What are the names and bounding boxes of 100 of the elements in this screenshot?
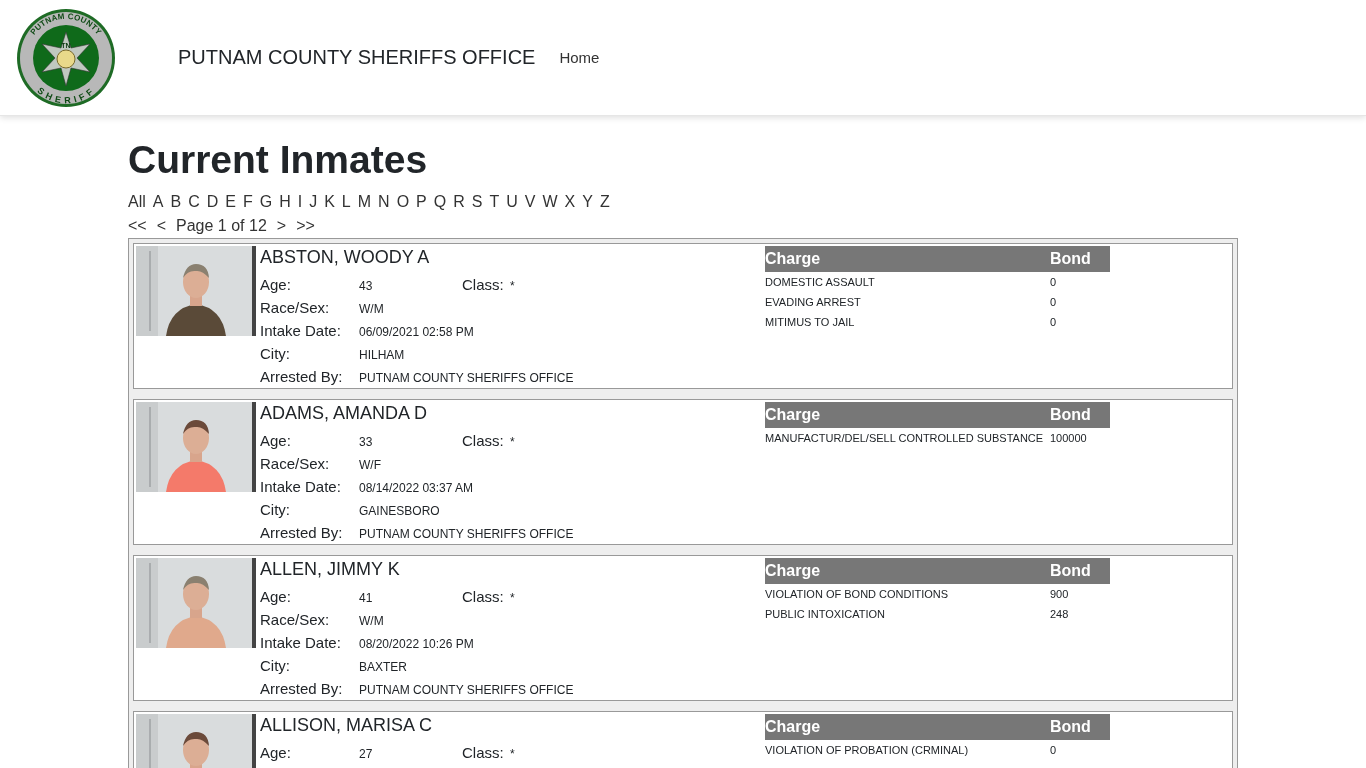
nav-link[interactable]: Home xyxy=(559,49,600,66)
page-indicator: Page 1 of 12 xyxy=(176,216,267,236)
letter-filter-link[interactable]: Z xyxy=(599,190,610,214)
table-cell-text: 0 xyxy=(1050,316,1058,328)
table-cell-text: PUBLIC INTOXICATION xyxy=(765,608,886,620)
field-value: HILHAM xyxy=(359,347,406,364)
table-cell-text: 900 xyxy=(1050,588,1070,600)
last-page-link[interactable]: >> xyxy=(296,214,315,238)
field-label: Age: xyxy=(260,743,292,763)
table-cell-text: 0 xyxy=(1050,276,1058,288)
field-value: 43 xyxy=(359,278,374,295)
field-label: Age: xyxy=(260,431,292,451)
field-value: 08/14/2022 03:37 AM xyxy=(359,480,475,497)
site-title-link[interactable]: PUTNAM COUNTY SHERIFFS OFFICE xyxy=(178,46,536,69)
field-label: Arrested By: xyxy=(260,679,344,699)
letter-filter-link[interactable]: Y xyxy=(582,190,593,214)
field-label: Age: xyxy=(260,587,292,607)
table-cell-text: 0 xyxy=(1050,296,1058,308)
letter-filter-link[interactable]: E xyxy=(225,190,236,214)
column-header: Charge xyxy=(765,562,822,580)
field-value: W/M xyxy=(359,301,385,318)
letter-filter-link[interactable]: X xyxy=(564,190,576,214)
field-label: Race/Sex: xyxy=(260,610,331,630)
letter-filter-link[interactable]: O xyxy=(396,190,410,214)
letter-filter-link[interactable]: I xyxy=(297,190,303,214)
field-label: Race/Sex: xyxy=(260,454,331,474)
field-value: W/M xyxy=(359,613,385,630)
field-value: PUTNAM COUNTY SHERIFFS OFFICE xyxy=(359,682,575,699)
field-value: * xyxy=(510,746,516,763)
column-header: Charge xyxy=(765,250,822,268)
field-label: Class: xyxy=(462,743,505,763)
field-label: City: xyxy=(260,500,291,520)
letter-filter-link[interactable]: V xyxy=(524,190,536,214)
letter-filter-link[interactable]: W xyxy=(542,190,558,214)
field-label: Arrested By: xyxy=(260,367,344,387)
field-value: 27 xyxy=(359,746,374,763)
column-header: Charge xyxy=(765,718,822,736)
field-value: * xyxy=(510,278,516,295)
inmate-name: ABSTON, WOODY A xyxy=(260,246,431,268)
field-value: * xyxy=(510,590,516,607)
table-cell-text: MANUFACTUR/DEL/SELL CONTROLLED SUBSTANCE xyxy=(765,432,1045,444)
field-value: 06/09/2021 02:58 PM xyxy=(359,324,475,341)
letter-filter-link[interactable]: All xyxy=(128,190,146,214)
field-value: PUTNAM COUNTY SHERIFFS OFFICE xyxy=(359,370,575,387)
table-cell-text: MITIMUS TO JAIL xyxy=(765,316,856,328)
field-value: W/F xyxy=(359,457,382,474)
letter-filter-link[interactable]: Q xyxy=(433,190,447,214)
field-label: Intake Date: xyxy=(260,633,342,653)
inmate-name: ALLEN, JIMMY K xyxy=(260,558,401,580)
letter-filter-link[interactable]: B xyxy=(170,190,182,214)
letter-filter-link[interactable]: G xyxy=(259,190,273,214)
table-cell-text: EVADING ARREST xyxy=(765,296,862,308)
first-page-link[interactable]: << xyxy=(128,214,147,238)
inmate-name: ALLISON, MARISA C xyxy=(260,714,434,736)
letter-filter-link[interactable]: H xyxy=(279,190,291,214)
letter-filter-link[interactable]: S xyxy=(471,190,483,214)
letter-filter-link[interactable]: A xyxy=(152,190,164,214)
table-cell-text: DOMESTIC ASSAULT xyxy=(765,276,876,288)
column-header: Charge xyxy=(765,406,822,424)
page-title: Current Inmates xyxy=(128,138,429,182)
column-header: Bond xyxy=(1050,250,1092,268)
field-value: 41 xyxy=(359,590,374,607)
table-cell-text: 0 xyxy=(1050,744,1058,756)
field-label: Age: xyxy=(260,275,292,295)
field-value: 08/20/2022 10:26 PM xyxy=(359,636,475,653)
table-cell-text: VIOLATION OF BOND CONDITIONS xyxy=(765,588,950,600)
field-label: City: xyxy=(260,656,291,676)
letter-filter-link[interactable]: T xyxy=(489,190,500,214)
letter-filter-link[interactable]: D xyxy=(206,190,219,214)
field-label: Class: xyxy=(462,587,505,607)
field-value: 33 xyxy=(359,434,374,451)
table-cell-text: VIOLATION OF PROBATION (CRMINAL) xyxy=(765,744,970,756)
next-page-link[interactable]: > xyxy=(276,214,287,238)
field-value: GAINESBORO xyxy=(359,503,441,520)
table-cell-text: 100000 xyxy=(1050,432,1088,444)
field-label: City: xyxy=(260,344,291,364)
field-label: Arrested By: xyxy=(260,523,344,543)
field-value: * xyxy=(510,434,516,451)
letter-filter-link[interactable]: L xyxy=(341,190,351,214)
field-label: Class: xyxy=(462,431,505,451)
field-label: Intake Date: xyxy=(260,477,342,497)
field-label: Race/Sex: xyxy=(260,298,331,318)
letter-filter-link[interactable]: U xyxy=(506,190,518,214)
field-value: BAXTER xyxy=(359,659,408,676)
letter-filter-link[interactable]: N xyxy=(378,190,390,214)
table-cell-text: 248 xyxy=(1050,608,1070,620)
letter-filter-link[interactable]: K xyxy=(324,190,335,214)
column-header: Bond xyxy=(1050,718,1092,736)
field-value: PUTNAM COUNTY SHERIFFS OFFICE xyxy=(359,526,575,543)
column-header: Bond xyxy=(1050,562,1092,580)
letter-filter-link[interactable]: F xyxy=(242,190,253,214)
letter-filter-link[interactable]: J xyxy=(309,190,318,214)
letter-filter-link[interactable]: P xyxy=(416,190,427,214)
letter-filter-link[interactable]: R xyxy=(453,190,465,214)
previous-page-link[interactable]: < xyxy=(156,214,167,238)
column-header: Bond xyxy=(1050,406,1092,424)
letter-filter-link[interactable]: M xyxy=(357,190,372,214)
field-label: Class: xyxy=(462,275,505,295)
letter-filter-link[interactable]: C xyxy=(188,190,200,214)
inmate-name: ADAMS, AMANDA D xyxy=(260,402,429,424)
